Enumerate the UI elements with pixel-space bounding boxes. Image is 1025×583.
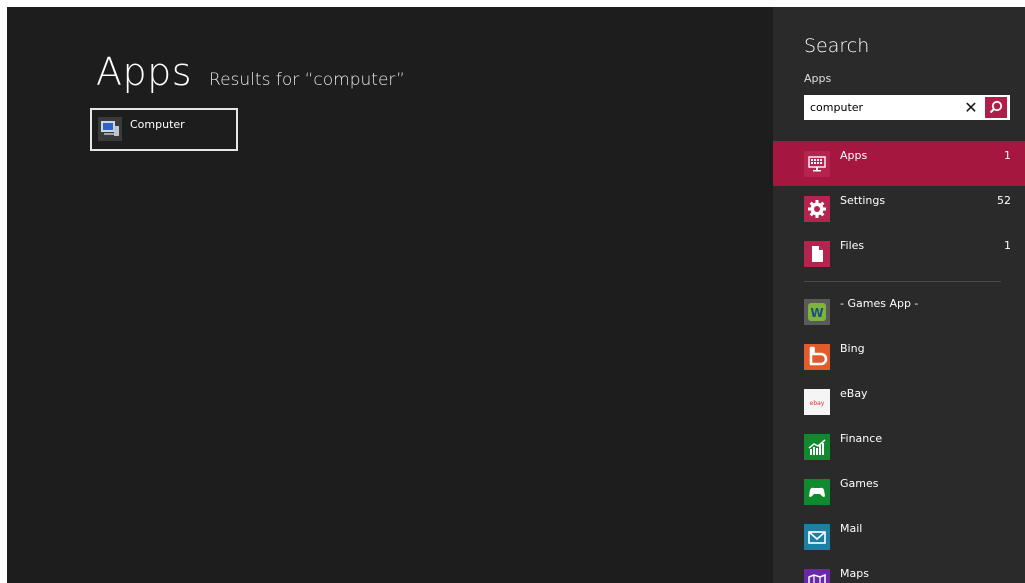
result-tile-label: Computer — [130, 118, 185, 131]
app-item-games[interactable]: Games — [773, 471, 1025, 516]
scope-count: 52 — [997, 194, 1011, 207]
svg-text:W: W — [810, 306, 823, 320]
scope-count: 1 — [1004, 239, 1011, 252]
scope-label: Apps — [840, 149, 868, 162]
scope-label: Settings — [840, 194, 886, 207]
scope-label: Files — [840, 239, 865, 252]
app-label: Bing — [840, 342, 865, 355]
start-screen: Apps Results for “computer” Computer Sea… — [7, 7, 1025, 583]
page-title: Apps — [96, 50, 193, 94]
maps-icon — [804, 569, 830, 583]
results-subtitle: Results for “computer” — [209, 70, 405, 90]
computer-icon — [98, 117, 122, 141]
finance-icon — [804, 434, 830, 460]
file-icon — [804, 241, 830, 267]
app-label: Finance — [840, 432, 883, 445]
search-button[interactable] — [985, 97, 1007, 118]
app-item-bing[interactable]: Bing — [773, 336, 1025, 381]
app-label: Maps — [840, 567, 869, 580]
app-item-maps[interactable]: Maps — [773, 561, 1025, 583]
scope-count: 1 — [1004, 149, 1011, 162]
search-scope-label: Apps — [804, 72, 832, 85]
app-label: - Games App - — [840, 297, 919, 310]
scope-item-settings[interactable]: Settings 52 — [773, 186, 1025, 231]
search-charm: Search Apps ✕ — [773, 7, 1025, 583]
app-item-mail[interactable]: Mail — [773, 516, 1025, 561]
search-box: ✕ — [804, 95, 1010, 120]
bing-icon — [804, 344, 830, 370]
results-header: Apps Results for “computer” — [96, 53, 405, 91]
app-label: Games — [840, 477, 879, 490]
scope-item-apps[interactable]: Apps 1 — [773, 141, 1025, 186]
scope-item-files[interactable]: Files 1 — [773, 231, 1025, 276]
app-item-ebay[interactable]: ebay eBay — [773, 381, 1025, 426]
mail-icon — [804, 524, 830, 550]
app-label: eBay — [840, 387, 868, 400]
charm-title: Search — [804, 35, 870, 57]
app-item-finance[interactable]: Finance — [773, 426, 1025, 471]
clear-search-button[interactable]: ✕ — [960, 96, 982, 119]
svg-text:ebay: ebay — [810, 400, 825, 407]
gamepad-icon — [804, 479, 830, 505]
search-icon — [989, 100, 1003, 114]
gear-icon — [804, 196, 830, 222]
search-input[interactable] — [805, 96, 955, 119]
divider — [804, 281, 1001, 282]
app-item-games-app[interactable]: W - Games App - — [773, 291, 1025, 336]
keyboard-icon — [804, 151, 830, 177]
games-app-icon: W — [804, 299, 830, 325]
app-label: Mail — [840, 522, 863, 535]
ebay-icon: ebay — [804, 389, 830, 415]
result-tile-computer[interactable]: Computer — [90, 108, 238, 151]
